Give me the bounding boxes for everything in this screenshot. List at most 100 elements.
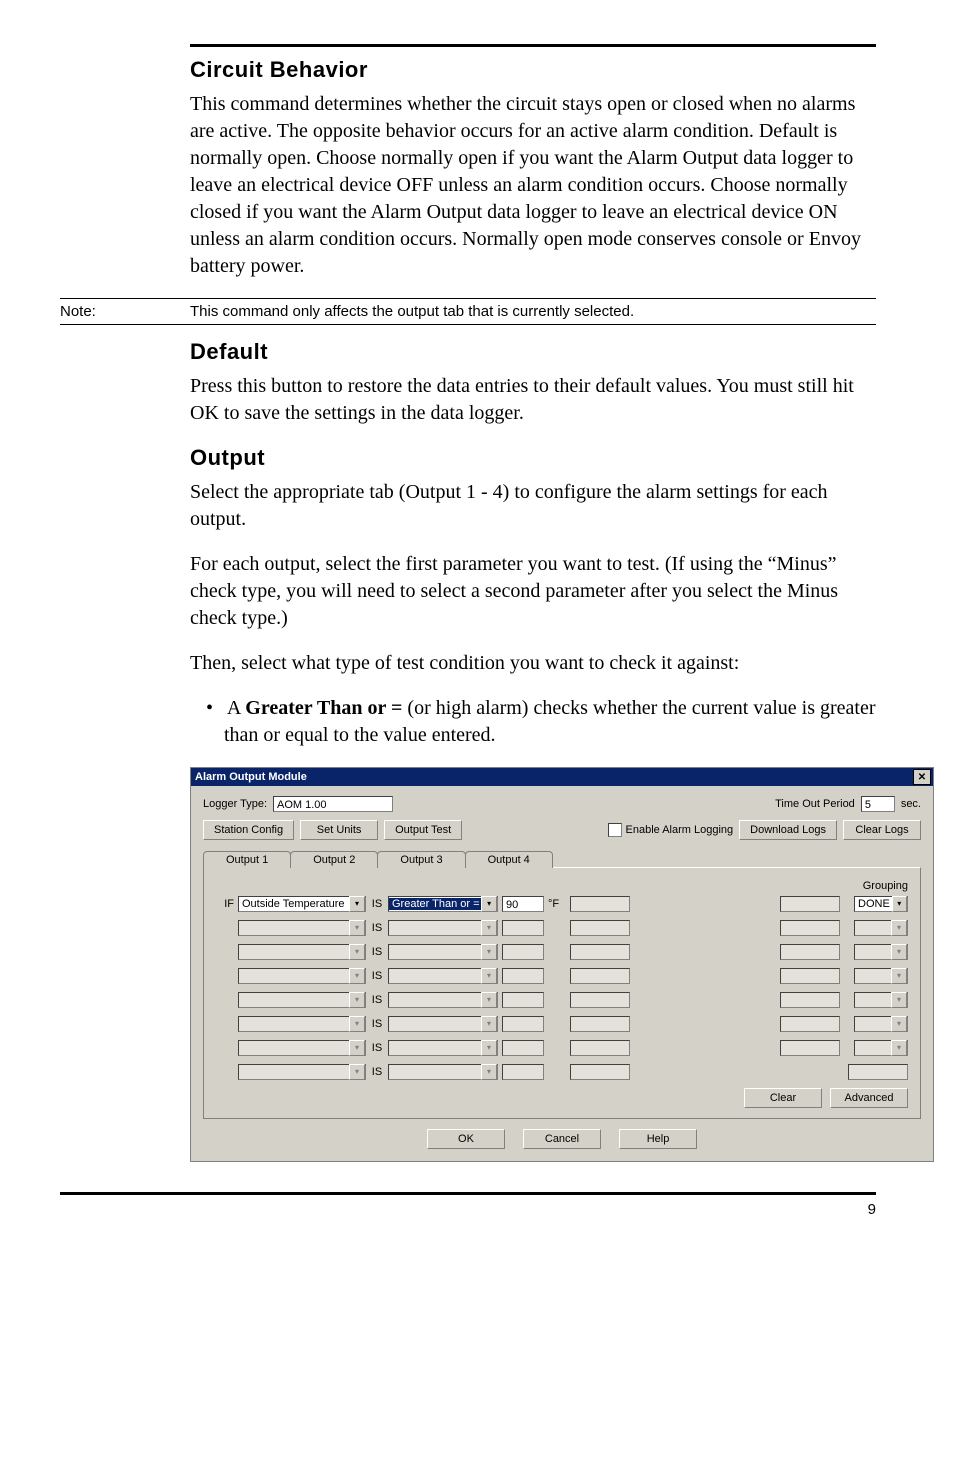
condition-row: ▾ IS ▾ [216,1062,908,1082]
time-out-field[interactable]: 5 [861,796,895,812]
threshold-field [502,1016,544,1032]
parameter-select: ▾ [238,992,366,1008]
para-output-1: Select the appropriate tab (Output 1 - 4… [190,479,876,533]
heading-circuit-behavior: Circuit Behavior [190,57,876,83]
help-button[interactable]: Help [619,1129,697,1149]
condition-row: IFOutside Temperature▾ISGreater Than or … [216,894,908,914]
time-out-label: Time Out Period [775,798,855,810]
grouping-select: ▾ [854,968,908,984]
aux-field-1 [570,1016,630,1032]
is-label: IS [370,946,384,958]
is-label: IS [370,1042,384,1054]
output-test-button[interactable]: Output Test [384,820,462,840]
logger-type-field[interactable]: AOM 1.00 [273,796,393,812]
bullet-greater-than: A Greater Than or = (or high alarm) chec… [190,695,876,749]
tab-output-3[interactable]: Output 3 [377,851,465,868]
aux-field-2 [780,896,840,912]
chevron-down-icon: ▾ [349,1064,365,1080]
heading-output: Output [190,445,876,471]
threshold-field [502,944,544,960]
is-label: IS [370,898,384,910]
aux-field-2 [780,920,840,936]
condition-select[interactable]: Greater Than or =▾ [388,896,498,912]
threshold-field [502,992,544,1008]
chevron-down-icon: ▾ [481,1040,497,1056]
chevron-down-icon: ▾ [481,920,497,936]
dialog-alarm-output-module: Alarm Output Module ✕ Logger Type: AOM 1… [190,767,934,1162]
enable-alarm-logging-checkbox[interactable]: Enable Alarm Logging [608,823,734,837]
advanced-button[interactable]: Advanced [830,1088,908,1108]
condition-select: ▾ [388,920,498,936]
is-label: IS [370,922,384,934]
chevron-down-icon: ▾ [349,968,365,984]
time-out-unit: sec. [901,798,921,810]
clear-button[interactable]: Clear [744,1088,822,1108]
chevron-down-icon: ▾ [481,896,497,912]
aux-field-1 [570,1064,630,1080]
chevron-down-icon: ▾ [349,1016,365,1032]
parameter-select: ▾ [238,1040,366,1056]
condition-row: ▾ IS ▾ ▾ [216,918,908,938]
heading-default: Default [190,339,876,365]
parameter-select[interactable]: Outside Temperature▾ [238,896,366,912]
aux-field-1 [570,1040,630,1056]
note-label: Note: [60,303,190,320]
condition-row: ▾IS▾▾ [216,1014,908,1034]
threshold-field [502,1040,544,1056]
chevron-down-icon: ▾ [481,1016,497,1032]
chevron-down-icon: ▾ [891,920,907,936]
is-label: IS [370,994,384,1006]
set-units-button[interactable]: Set Units [300,820,378,840]
condition-row: ▾ IS ▾ ▾ [216,966,908,986]
chevron-down-icon: ▾ [481,992,497,1008]
chevron-down-icon: ▾ [481,944,497,960]
chevron-down-icon: ▾ [481,968,497,984]
chevron-down-icon: ▾ [891,992,907,1008]
condition-select: ▾ [388,1016,498,1032]
grouping-header: Grouping [216,880,908,892]
parameter-select: ▾ [238,944,366,960]
is-label: IS [370,1066,384,1078]
dialog-title: Alarm Output Module [195,771,913,783]
condition-row: ▾ IS ▾ ▾ [216,1038,908,1058]
station-config-button[interactable]: Station Config [203,820,294,840]
para-output-2: For each output, select the first parame… [190,551,876,632]
condition-select: ▾ [388,1064,498,1080]
chevron-down-icon: ▾ [349,920,365,936]
cancel-button[interactable]: Cancel [523,1129,601,1149]
clear-logs-button[interactable]: Clear Logs [843,820,921,840]
grouping-select: ▾ [854,1040,908,1056]
logger-type-label: Logger Type: [203,798,267,810]
parameter-select: ▾ [238,1064,366,1080]
para-circuit-behavior: This command determines whether the circ… [190,91,876,280]
condition-select: ▾ [388,944,498,960]
download-logs-button[interactable]: Download Logs [739,820,837,840]
chevron-down-icon: ▾ [891,1040,907,1056]
aux-field-2 [780,944,840,960]
chevron-down-icon: ▾ [349,896,365,912]
grouping-select: ▾ [854,944,908,960]
threshold-field [502,920,544,936]
ok-button[interactable]: OK [427,1129,505,1149]
condition-row: ▾ IS ▾ ▾ [216,942,908,962]
tab-output-2[interactable]: Output 2 [290,851,378,868]
aux-field-1 [570,968,630,984]
grouping-select[interactable]: DONE▾ [854,896,908,912]
threshold-field [502,1064,544,1080]
para-default: Press this button to restore the data en… [190,373,876,427]
chevron-down-icon: ▾ [892,896,907,912]
tab-output-4[interactable]: Output 4 [465,851,553,868]
aux-field-1 [570,944,630,960]
grouping-select: ▾ [854,920,908,936]
aux-field-1 [570,920,630,936]
is-label: IS [370,970,384,982]
aux-field-1 [570,896,630,912]
chevron-down-icon: ▾ [891,1016,907,1032]
chevron-down-icon: ▾ [349,1040,365,1056]
close-icon[interactable]: ✕ [913,769,931,785]
tab-output-1[interactable]: Output 1 [203,851,291,868]
threshold-field[interactable]: 90 [502,896,544,912]
threshold-field [502,968,544,984]
condition-select: ▾ [388,992,498,1008]
parameter-select: ▾ [238,920,366,936]
